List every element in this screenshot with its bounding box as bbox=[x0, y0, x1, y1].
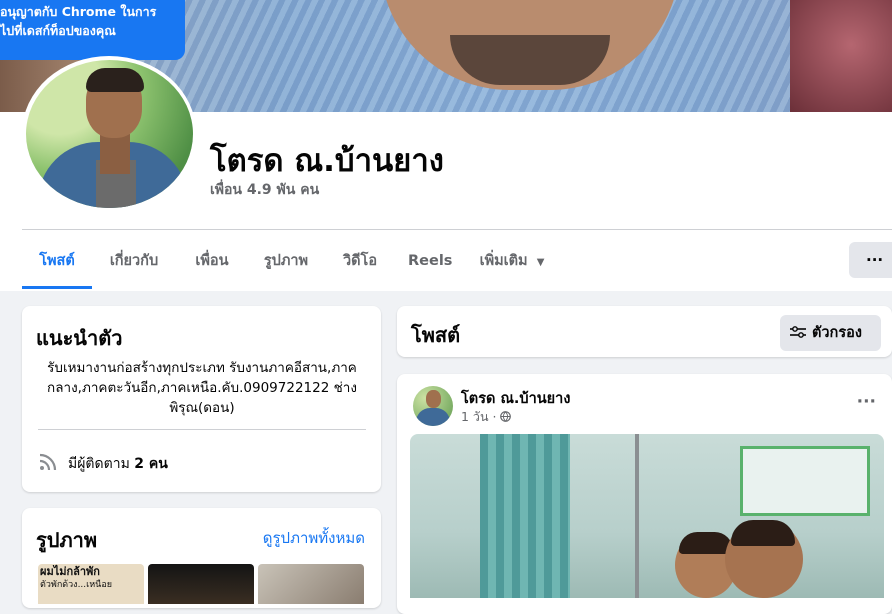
followers-prefix: มีผู้ติดตาม bbox=[68, 456, 130, 472]
intro-title: แนะนำตัว bbox=[36, 326, 123, 350]
header-divider bbox=[22, 229, 892, 230]
more-options-button[interactable]: ··· bbox=[849, 242, 892, 278]
tab-videos[interactable]: วิดีโอ bbox=[340, 243, 380, 289]
see-all-photos-link[interactable]: ดูรูปภาพทั้งหมด bbox=[263, 526, 365, 550]
intro-divider bbox=[38, 429, 366, 430]
intro-card: แนะนำตัว รับเหมางานก่อสร้างทุกประเภท รับ… bbox=[22, 306, 381, 492]
tab-reels[interactable]: Reels bbox=[408, 243, 452, 289]
filter-button[interactable]: ตัวกรอง bbox=[780, 315, 881, 351]
photos-card: รูปภาพ ดูรูปภาพทั้งหมด ผมไม่กล้าพัก ตัวพ… bbox=[22, 508, 381, 608]
photo-thumbnail-3[interactable] bbox=[258, 564, 364, 604]
tab-more[interactable]: เพิ่มเติม ▼ bbox=[476, 243, 548, 289]
post-options-button[interactable]: ··· bbox=[857, 392, 876, 412]
posts-title: โพสต์ bbox=[411, 323, 461, 347]
photos-title: รูปภาพ bbox=[36, 528, 98, 552]
post-author-avatar[interactable] bbox=[413, 386, 453, 426]
filter-icon bbox=[790, 326, 806, 338]
followers-count[interactable]: 2 คน bbox=[134, 456, 168, 472]
notification-line-2: ไปที่เดสก์ท็อปของคุณ bbox=[0, 23, 116, 38]
tab-photos[interactable]: รูปภาพ bbox=[260, 243, 312, 289]
thumb1-caption-1: ผมไม่กล้าพัก bbox=[40, 565, 100, 578]
notification-line-1: อนุญาตกับ Chrome ในการ bbox=[0, 4, 157, 19]
post-timestamp[interactable]: 1 วัน · bbox=[461, 407, 512, 427]
photo-thumbnail-1[interactable]: ผมไม่กล้าพัก ตัวพักด้วง...เหนือย bbox=[38, 564, 144, 604]
rss-icon bbox=[39, 453, 57, 471]
posts-header-card: โพสต์ ตัวกรอง bbox=[397, 306, 892, 357]
post-photo[interactable] bbox=[410, 434, 884, 598]
caret-down-icon: ▼ bbox=[536, 257, 545, 268]
filter-label: ตัวกรอง bbox=[812, 325, 862, 341]
tab-friends[interactable]: เพื่อน bbox=[192, 243, 232, 289]
followers-info: มีผู้ติดตาม 2 คน bbox=[68, 453, 168, 475]
chrome-permission-notification[interactable]: อนุญาตกับ Chrome ในการ ไปที่เดสก์ท็อปของ… bbox=[0, 0, 185, 60]
post-card: โตรด ณ.บ้านยาง 1 วัน · ··· bbox=[397, 374, 892, 614]
tab-posts[interactable]: โพสต์ bbox=[22, 243, 92, 289]
profile-name: โตรด ณ.บ้านยาง bbox=[210, 143, 444, 179]
intro-bio: รับเหมางานก่อสร้างทุกประเภท รับงานภาคอีส… bbox=[47, 360, 357, 416]
post-time-text: 1 วัน · bbox=[461, 409, 497, 424]
thumb1-caption-2: ตัวพักด้วง...เหนือย bbox=[40, 580, 112, 590]
photo-thumbnail-2[interactable] bbox=[148, 564, 254, 604]
friends-count[interactable]: เพื่อน 4.9 พัน คน bbox=[210, 179, 319, 201]
tab-about[interactable]: เกี่ยวกับ bbox=[106, 243, 162, 289]
globe-icon bbox=[500, 411, 512, 422]
tab-more-label: เพิ่มเติม bbox=[479, 253, 528, 269]
profile-avatar[interactable] bbox=[26, 60, 193, 208]
